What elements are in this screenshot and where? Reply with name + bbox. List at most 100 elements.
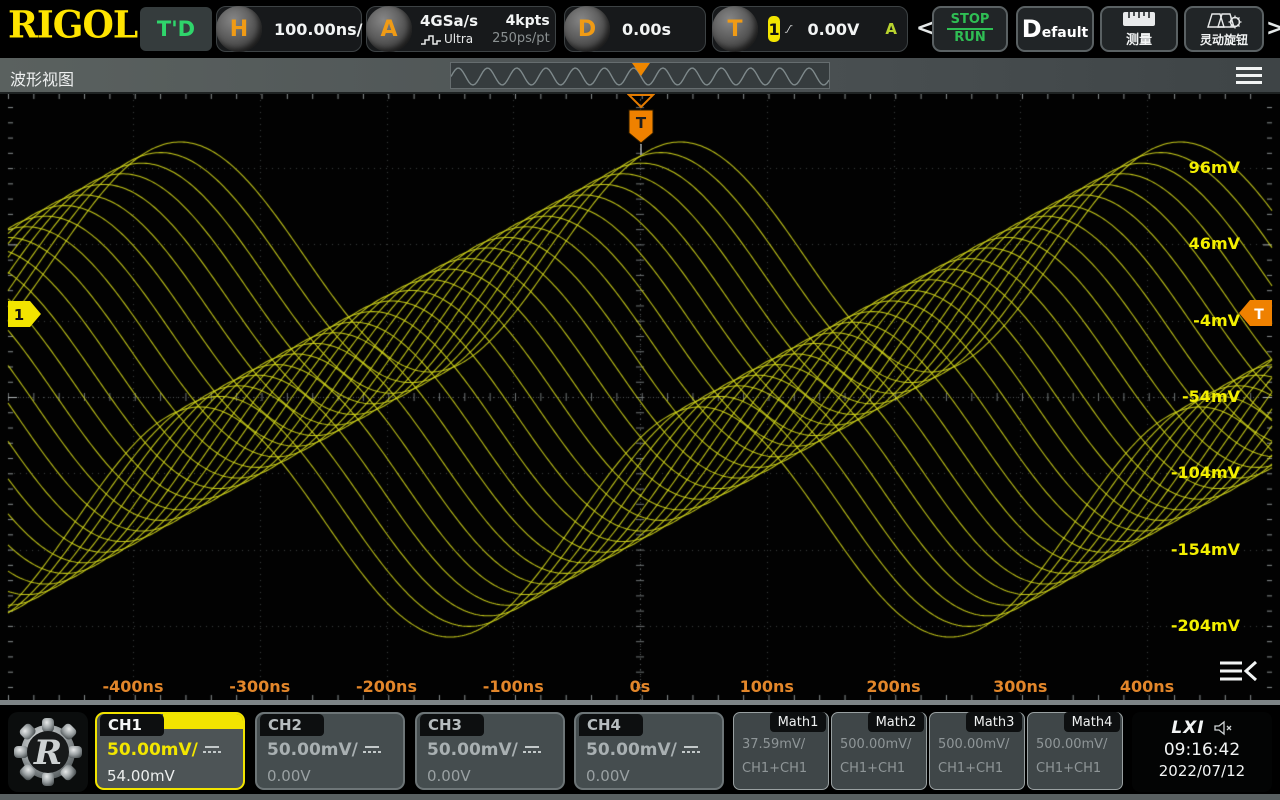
clock-time: 09:16:42 (1132, 740, 1272, 760)
horizontal-scale-value: 100.00ns/ (274, 20, 363, 39)
channel-offset: 0.00V (267, 767, 311, 785)
channel-box-CH1[interactable]: CH150.00mV/54.00mV (95, 712, 245, 790)
waveform-view-bar: 波形视图 (0, 58, 1280, 94)
math-tab[interactable]: Math1 (770, 712, 826, 732)
math-tab[interactable]: Math2 (868, 712, 924, 732)
time-label: -300ns (212, 677, 308, 696)
default-label: Default (1022, 15, 1088, 43)
record-preview-strip[interactable] (450, 62, 830, 89)
math-tab[interactable]: Math3 (966, 712, 1022, 732)
time-label: -200ns (339, 677, 435, 696)
speaker-muted-icon (1213, 720, 1233, 736)
math-box-Math3[interactable]: Math3 500.00mV/CH1+CH1 (929, 712, 1025, 790)
measure-button[interactable]: 测量 (1100, 6, 1178, 52)
acquisition-pill[interactable]: A 4GSa/s 4kpts Ultra 250ps/pt (366, 6, 556, 52)
time-resolution: 250ps/pt (492, 31, 550, 46)
delay-pill[interactable]: D 0.00s (564, 6, 706, 52)
view-title: 波形视图 (10, 66, 74, 90)
dc-coupling-icon (363, 746, 381, 753)
graticule-canvas (0, 94, 1280, 700)
delay-value: 0.00s (622, 20, 671, 39)
bottom-frame (0, 794, 1280, 800)
trigger-level-value: 0.00V (808, 20, 860, 39)
channel-tab[interactable]: CH4 (579, 714, 643, 736)
math-scale: 500.00mV/ (938, 737, 1009, 752)
stop-label: STOP (951, 13, 990, 27)
voltage-label: -204mV (1154, 616, 1240, 636)
time-label: 0s (592, 677, 688, 696)
rigol-logo: RIGOL (8, 3, 137, 47)
quick-knob-button[interactable]: 灵动旋钮 (1184, 6, 1264, 52)
voltage-label: 46mV (1154, 234, 1240, 254)
sample-rate: 4GSa/s (420, 12, 478, 30)
math-box-Math4[interactable]: Math4500.00mV/CH1+CH1 (1027, 712, 1123, 790)
trigger-source-badge[interactable]: 1 (768, 16, 780, 42)
channel1-marker[interactable]: 1 (8, 301, 42, 327)
dc-coupling-icon (682, 746, 700, 753)
voltage-label: -4mV (1154, 311, 1240, 331)
quick-knob-label: 灵动旋钮 (1200, 31, 1248, 48)
measure-label: 测量 (1126, 29, 1152, 48)
channel-box-CH3[interactable]: CH3 50.00mV/0.00V (415, 712, 565, 790)
channel-scale: 50.00mV/ (107, 740, 198, 760)
trigger-pill[interactable]: T 1 0.00V A (712, 6, 908, 52)
toolbar-scroll-right[interactable]: > (1266, 16, 1280, 41)
time-label: 400ns (1099, 677, 1195, 696)
math-tab[interactable]: Math4 (1064, 712, 1120, 732)
bottom-bar: R CH150.00mV/54.00mVCH250.00mV/0.00VCH35… (0, 712, 1280, 800)
time-label: -400ns (85, 677, 181, 696)
run-label: RUN (954, 31, 985, 45)
voltage-label: -154mV (1154, 540, 1240, 560)
menu-icon[interactable] (1236, 67, 1262, 88)
time-label: 300ns (972, 677, 1068, 696)
lxi-logo: LXI (1171, 718, 1204, 738)
horizontal-scale-pill[interactable]: H 100.00ns/ (216, 6, 362, 52)
time-label: 200ns (846, 677, 942, 696)
rising-edge-icon (784, 17, 793, 41)
svg-text:1: 1 (14, 306, 24, 324)
stop-run-button[interactable]: STOP RUN (932, 6, 1008, 52)
trigger-status-badge: T'D (140, 7, 212, 51)
time-label: 100ns (719, 677, 815, 696)
system-clock-panel[interactable]: LXI 09:16:42 2022/07/12 (1132, 712, 1272, 792)
math-scale: 500.00mV/ (1036, 737, 1107, 752)
acq-mode: Ultra (420, 32, 478, 46)
channel-tab[interactable]: CH3 (420, 714, 484, 736)
flex-knob-icon (1206, 11, 1242, 29)
channel-offset: 0.00V (586, 767, 630, 785)
math-box-Math2[interactable]: Math2500.00mV/CH1+CH1 (831, 712, 927, 790)
preview-trigger-position-icon[interactable] (632, 63, 650, 76)
channel-scale: 50.00mV/ (267, 740, 358, 760)
delay-knob[interactable]: D (564, 6, 610, 52)
channel-offset: 0.00V (427, 767, 471, 785)
collapse-labels-icon[interactable] (1220, 660, 1260, 682)
channel-scale: 50.00mV/ (427, 740, 518, 760)
memory-depth: 4kpts (492, 13, 550, 29)
voltage-label: -54mV (1154, 387, 1240, 407)
acquisition-knob[interactable]: A (366, 6, 412, 52)
channel-box-CH4[interactable]: CH4 50.00mV/0.00V (574, 712, 724, 790)
channel-tab[interactable]: CH1 (100, 714, 164, 736)
rigol-wheel-button[interactable]: R (8, 712, 88, 792)
default-button[interactable]: Default (1016, 6, 1094, 52)
channel-scale: 50.00mV/ (586, 740, 677, 760)
svg-text:T: T (636, 114, 647, 132)
trigger-level-marker[interactable]: T (1238, 300, 1272, 326)
channel-tab[interactable]: CH2 (260, 714, 324, 736)
voltage-label: 96mV (1154, 158, 1240, 178)
math-expression: CH1+CH1 (742, 761, 807, 776)
plot-bottom-frame (0, 700, 1280, 705)
voltage-label: -104mV (1154, 463, 1240, 483)
math-scale: 500.00mV/ (840, 737, 911, 752)
channel-box-CH2[interactable]: CH2 50.00mV/0.00V (255, 712, 405, 790)
trigger-position-flag[interactable]: T (627, 94, 655, 156)
math-box-Math1[interactable]: Math137.59mV/CH1+CH1 (733, 712, 829, 790)
waveform-display: T 1 T 96mV 46mV -4mV -54mV -104mV -154mV -204m… (0, 94, 1280, 700)
acquisition-info: 4GSa/s 4kpts Ultra 250ps/pt (420, 12, 550, 46)
svg-text:R: R (33, 733, 62, 773)
trigger-knob[interactable]: T (712, 6, 758, 52)
trigger-sweep-mode: A (885, 20, 897, 38)
math-expression: CH1+CH1 (938, 761, 1003, 776)
dc-coupling-icon (523, 746, 541, 753)
horizontal-knob[interactable]: H (216, 6, 262, 52)
